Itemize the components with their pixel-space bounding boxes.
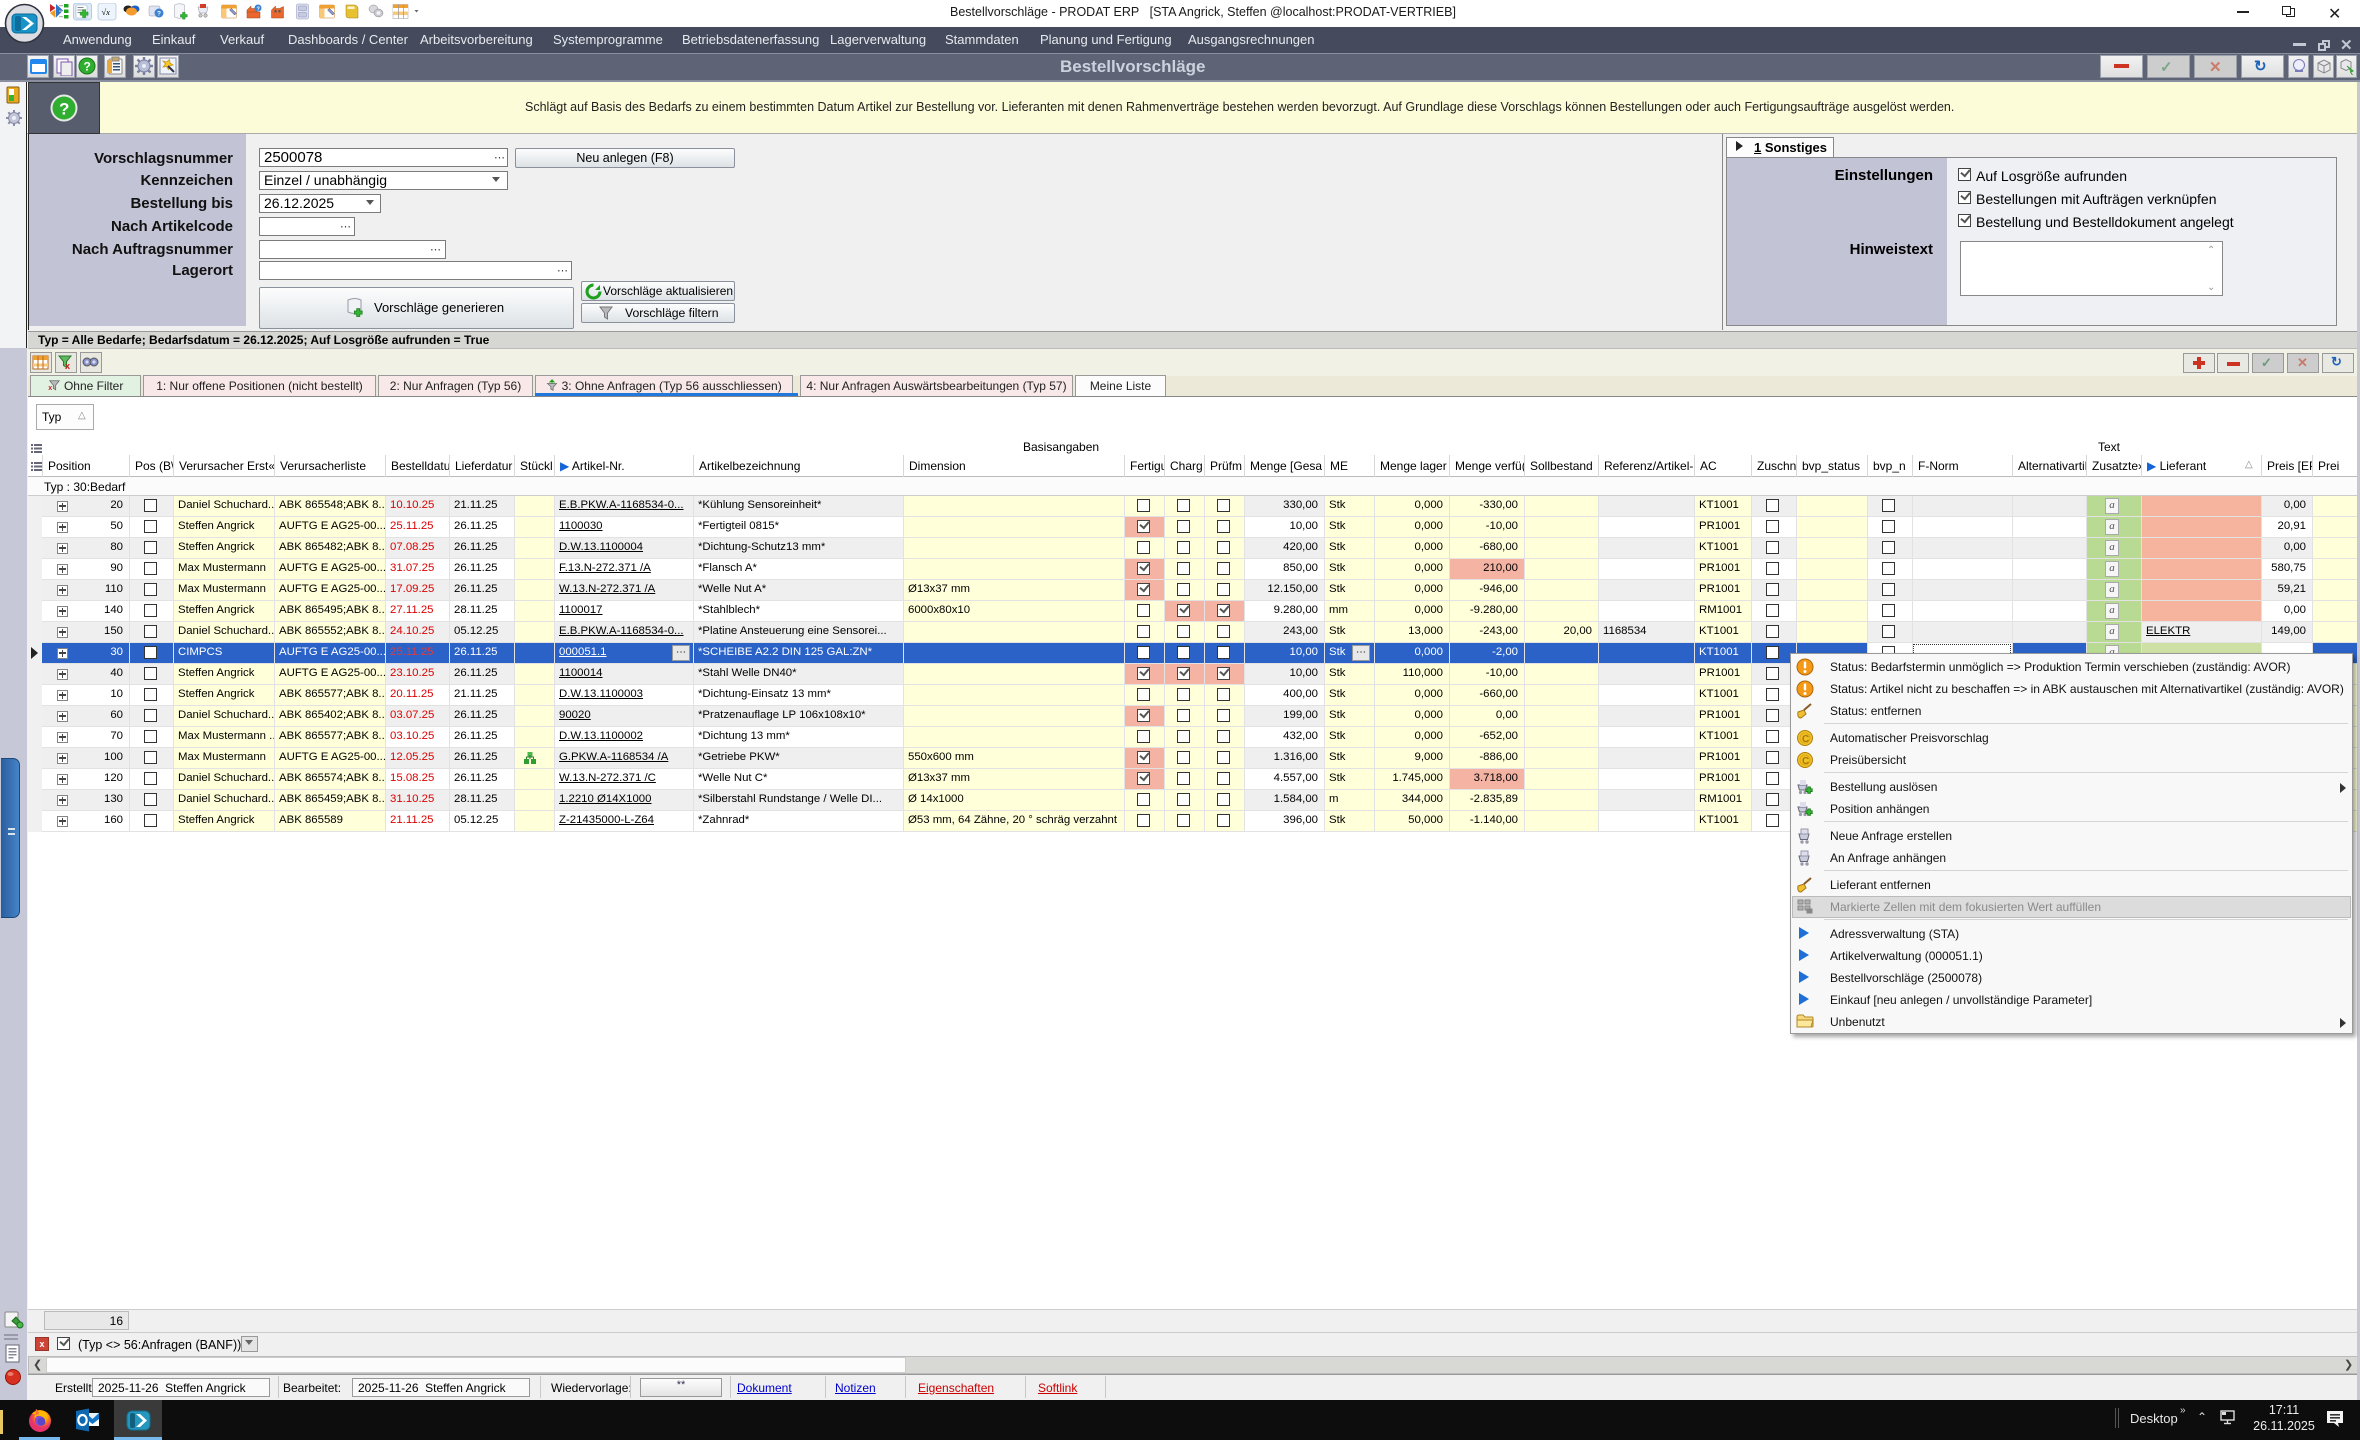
svg-text:x: x xyxy=(48,385,52,391)
svg-text:?: ? xyxy=(157,11,161,18)
svg-text:x: x xyxy=(65,361,70,371)
svg-text:C: C xyxy=(1802,734,1809,745)
svg-text:C: C xyxy=(1802,756,1809,767)
svg-text:?: ? xyxy=(84,60,91,74)
svg-text:?: ? xyxy=(59,100,69,119)
svg-text:√x: √x xyxy=(102,7,111,17)
